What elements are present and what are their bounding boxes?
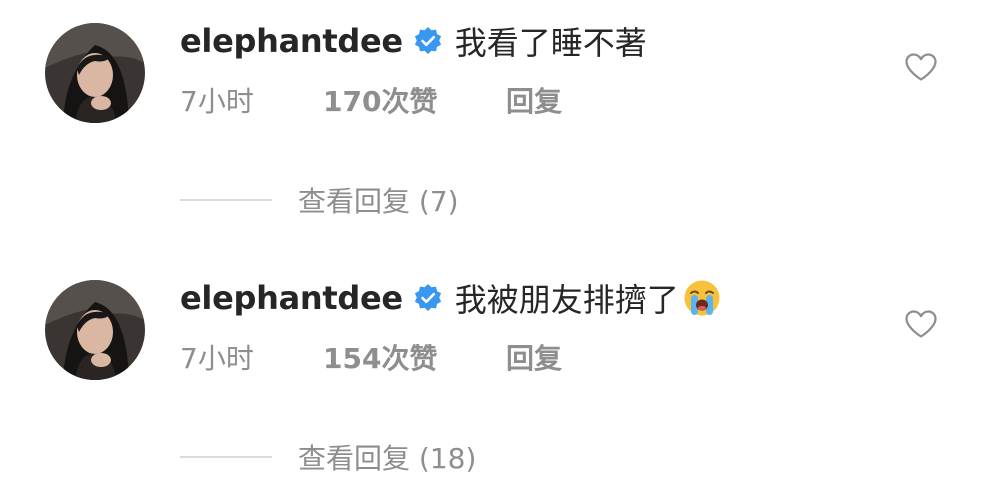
heart-outline-icon[interactable] (904, 309, 938, 339)
comment-meta: 7小时 170次赞 回复 (180, 80, 562, 120)
view-replies-label: 查看回复 (7) (298, 185, 459, 218)
view-replies-divider (180, 456, 272, 458)
view-replies-label: 查看回复 (18) (298, 442, 477, 475)
view-replies-divider (180, 199, 272, 201)
comment-item: elephantdee 我看了睡不著 7小时 170次赞 回复 查看回复 (7) (0, 0, 1000, 240)
view-replies-button[interactable]: 查看回复 (7) (180, 180, 459, 220)
verified-badge-icon (413, 283, 443, 313)
loudly-crying-face-emoji (683, 279, 721, 317)
verified-badge-icon (413, 26, 443, 56)
comment-main-line: elephantdee 我被朋友排擠了 (180, 273, 721, 323)
avatar[interactable] (45, 280, 145, 380)
comment-time: 7小时 (180, 342, 254, 375)
heart-outline-icon[interactable] (904, 52, 938, 82)
reply-button[interactable]: 回复 (506, 337, 562, 377)
username[interactable]: elephantdee (180, 22, 403, 60)
comment-text: 我看了睡不著 (454, 24, 647, 62)
comment-time: 7小时 (180, 85, 254, 118)
avatar[interactable] (45, 23, 145, 123)
comment-text: 我被朋友排擠了 (454, 281, 679, 319)
likes-count[interactable]: 170次赞 (323, 80, 506, 120)
comment-item: elephantdee 我被朋友排擠了 7小时 154次赞 回复 查看回复 (1… (0, 257, 1000, 497)
likes-count[interactable]: 154次赞 (323, 337, 506, 377)
comment-main-line: elephantdee 我看了睡不著 (180, 16, 647, 66)
avatar-image (45, 280, 145, 380)
view-replies-button[interactable]: 查看回复 (18) (180, 437, 476, 477)
avatar-image (45, 23, 145, 123)
comment-meta: 7小时 154次赞 回复 (180, 337, 562, 377)
reply-button[interactable]: 回复 (506, 80, 562, 120)
username[interactable]: elephantdee (180, 279, 403, 317)
